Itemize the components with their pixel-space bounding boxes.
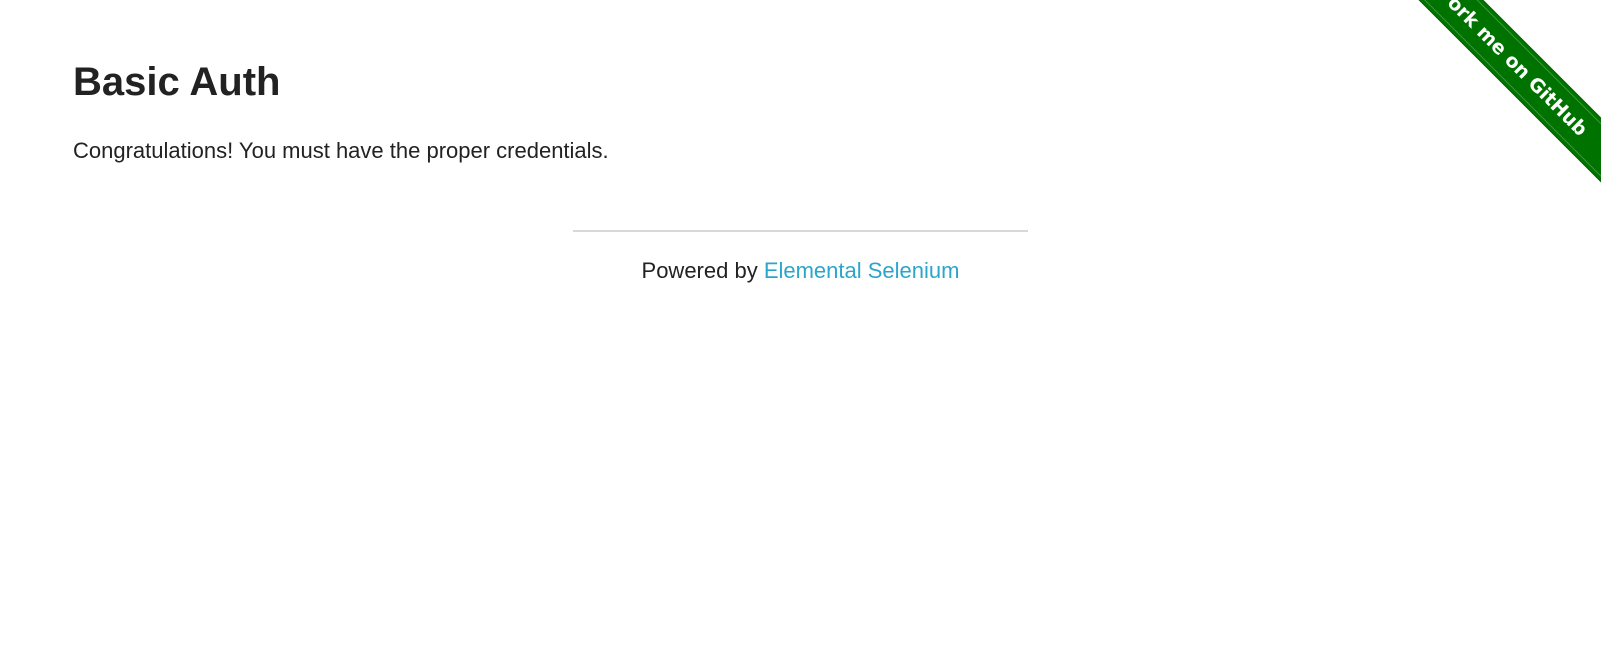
github-ribbon-container: Fork me on GitHub	[1371, 0, 1601, 210]
fork-me-on-github-ribbon[interactable]: Fork me on GitHub	[1391, 0, 1601, 184]
page: Basic Auth Congratulations! You must hav…	[0, 0, 1601, 669]
footer-divider	[573, 230, 1028, 232]
footer-prefix: Powered by	[641, 258, 764, 283]
elemental-selenium-link[interactable]: Elemental Selenium	[764, 258, 960, 283]
page-title: Basic Auth	[73, 60, 281, 104]
success-message: Congratulations! You must have the prope…	[73, 138, 609, 163]
footer: Powered by Elemental Selenium	[573, 256, 1028, 286]
